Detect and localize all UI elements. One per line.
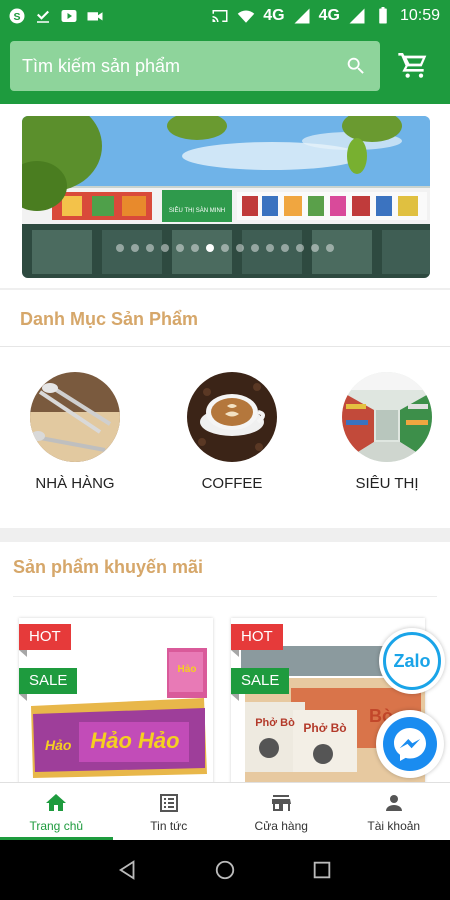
skype-icon: S <box>8 7 26 25</box>
divider <box>13 596 437 597</box>
video-camera-icon <box>86 7 104 25</box>
account-icon <box>385 794 402 811</box>
banner-pagination <box>116 244 334 252</box>
category-section: Danh Mục Sản Phẩm NHÀ HÀNG COFFEE SIÊU T… <box>0 290 450 528</box>
divider <box>0 346 450 347</box>
banner-dot[interactable] <box>191 244 199 252</box>
banner-carousel[interactable]: SIÊU THỊ SÀN MINH <box>22 116 430 278</box>
svg-text:Hảo: Hảo <box>178 664 197 675</box>
banner-dot[interactable] <box>161 244 169 252</box>
hot-tag: HOT <box>19 624 71 657</box>
sale-tag: SALE <box>19 668 78 701</box>
category-item-sieu-thi[interactable]: SIÊU THỊ <box>327 372 447 492</box>
status-right: 4G 4G 10:59 <box>211 7 440 25</box>
svg-text:S: S <box>13 11 20 23</box>
category-label: SIÊU THỊ <box>355 475 419 492</box>
nav-label: Tài khoản <box>367 818 421 833</box>
banner-store-image: SIÊU THỊ SÀN MINH <box>22 116 430 278</box>
banner-dot[interactable] <box>236 244 244 252</box>
banner-dot[interactable] <box>131 244 139 252</box>
banner-dot[interactable] <box>116 244 124 252</box>
battery-icon <box>374 7 392 25</box>
youtube-icon <box>60 7 78 25</box>
hot-tag: HOT <box>231 624 283 657</box>
news-icon <box>159 793 178 812</box>
category-label: COFFEE <box>201 475 263 492</box>
banner-section: SIÊU THỊ SÀN MINH <box>0 104 450 288</box>
product-brand-text: Hảo Hảo <box>90 728 179 753</box>
banner-dot[interactable] <box>251 244 259 252</box>
back-icon[interactable] <box>117 859 139 881</box>
home-circle-icon[interactable] <box>214 859 236 881</box>
network-type-1: 4G <box>263 7 285 24</box>
cast-icon <box>211 7 229 25</box>
coffee-cup-image <box>187 372 277 462</box>
messenger-chat-button[interactable] <box>376 710 444 778</box>
search-input[interactable]: Tìm kiếm sản phẩm <box>10 41 380 91</box>
store-icon <box>272 794 292 811</box>
nav-label: Tin tức <box>150 818 188 833</box>
banner-dot[interactable] <box>176 244 184 252</box>
banner-dot[interactable] <box>296 244 304 252</box>
restaurant-cutlery-image <box>30 372 120 462</box>
banner-dot[interactable] <box>146 244 154 252</box>
wifi-icon <box>237 7 255 25</box>
bottom-navigation: Trang chủ Tin tức Cửa hàng Tài khoản <box>0 782 450 840</box>
banner-dot[interactable] <box>281 244 289 252</box>
product-brand-text: Phở Bò <box>303 721 346 735</box>
banner-dot[interactable] <box>221 244 229 252</box>
search-icon[interactable] <box>344 54 368 78</box>
network-type-2: 4G <box>318 7 340 24</box>
zalo-chat-button[interactable]: Zalo <box>379 628 445 694</box>
recents-icon[interactable] <box>311 859 333 881</box>
svg-text:Hảo: Hảo <box>45 737 72 753</box>
banner-dot[interactable] <box>206 244 214 252</box>
signal-icon <box>293 7 311 25</box>
messenger-icon <box>383 717 437 771</box>
home-icon <box>46 793 67 811</box>
banner-dot[interactable] <box>266 244 274 252</box>
nav-label: Cửa hàng <box>254 818 308 833</box>
search-placeholder: Tìm kiếm sản phẩm <box>22 55 181 76</box>
category-title: Danh Mục Sản Phẩm <box>20 309 199 329</box>
zalo-icon: Zalo <box>383 632 441 690</box>
category-item-coffee[interactable]: COFFEE <box>172 372 292 492</box>
signal-icon-2 <box>348 7 366 25</box>
system-navigation-bar <box>0 840 450 900</box>
banner-sign-text: SIÊU THỊ SÀN MINH <box>169 206 225 214</box>
app-header: Tìm kiếm sản phẩm <box>0 32 450 104</box>
banner-dot[interactable] <box>326 244 334 252</box>
status-left: S <box>8 7 104 25</box>
supermarket-aisle-image <box>342 372 432 462</box>
clock: 10:59 <box>399 7 440 24</box>
download-icon <box>34 7 52 25</box>
promo-title: Sản phẩm khuyến mãi <box>13 557 204 577</box>
nav-item-home[interactable]: Trang chủ <box>0 783 113 840</box>
category-label: NHÀ HÀNG <box>35 475 115 492</box>
banner-dot[interactable] <box>311 244 319 252</box>
sale-tag: SALE <box>231 668 290 701</box>
nav-item-account[interactable]: Tài khoản <box>338 783 450 840</box>
svg-text:Phở Bò: Phở Bò <box>255 717 295 729</box>
nav-label: Trang chủ <box>29 818 84 833</box>
zalo-label: Zalo <box>393 650 431 671</box>
cart-icon[interactable] <box>396 48 430 82</box>
category-item-nha-hang[interactable]: NHÀ HÀNG <box>15 372 135 492</box>
status-bar: S 4G 4G 10:59 <box>0 0 450 32</box>
nav-item-store[interactable]: Cửa hàng <box>225 783 338 840</box>
product-card[interactable]: Hảo Hảo Hảo Hảo HOT SALE <box>19 618 213 782</box>
nav-item-news[interactable]: Tin tức <box>113 783 226 840</box>
